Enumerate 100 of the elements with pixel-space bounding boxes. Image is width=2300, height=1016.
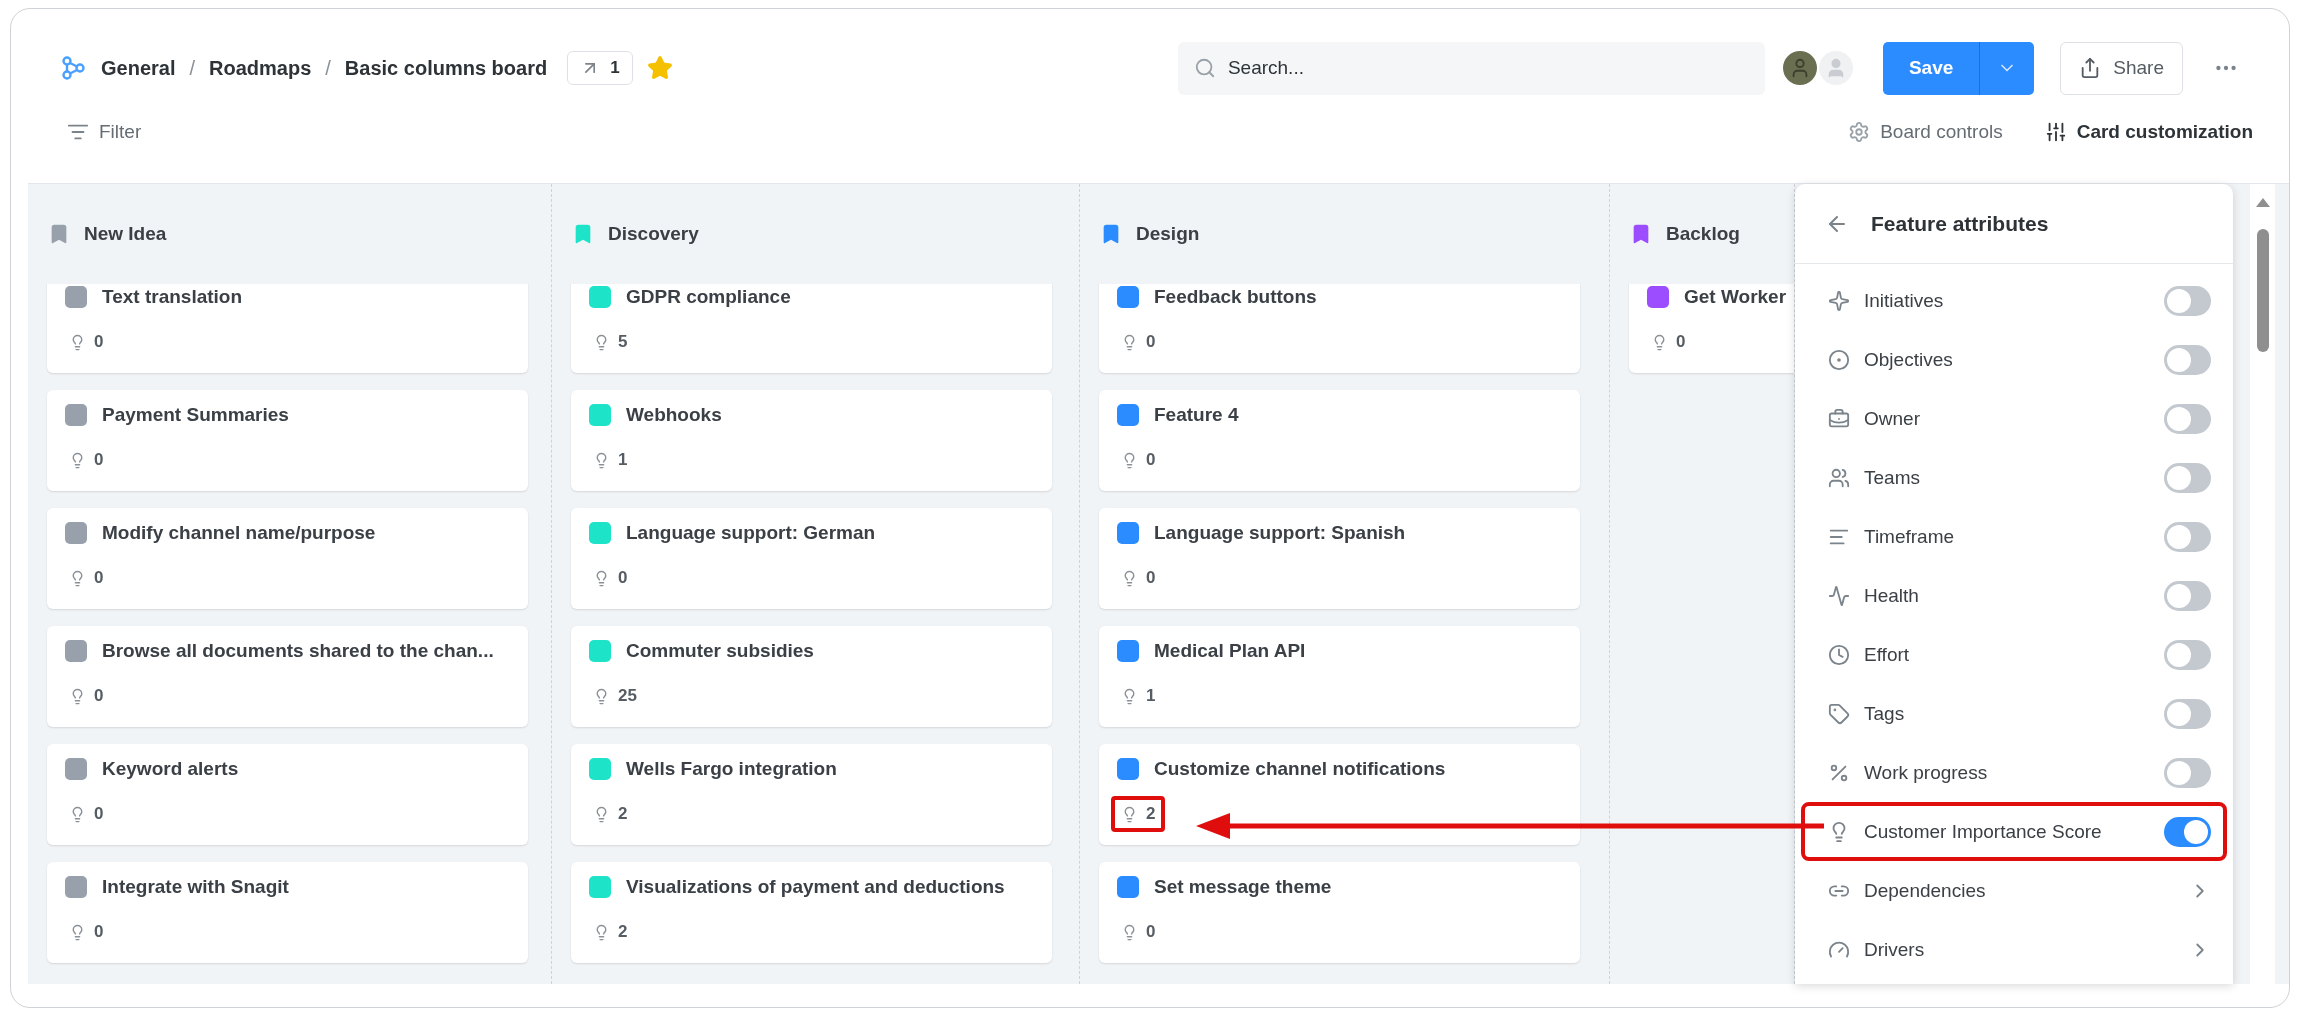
feature-card[interactable]: Keyword alerts 0 [47,744,528,845]
filter-button[interactable]: Filter [61,120,148,144]
attribute-row[interactable]: Teams [1801,448,2227,507]
tag-icon [1828,702,1850,725]
card-title: Browse all documents shared to the chan... [102,640,494,662]
card-title: Keyword alerts [102,758,239,780]
feature-square-icon [589,640,611,662]
score-value: 0 [1146,922,1156,942]
toggle-switch[interactable] [2164,816,2211,847]
feature-card[interactable]: Modify channel name/purpose 0 [47,508,528,609]
breadcrumb-item[interactable]: General [101,56,176,80]
breadcrumb-separator: / [325,56,331,80]
feature-card[interactable]: Commuter subsidies 25 [571,626,1052,727]
feature-square-icon [65,640,87,662]
card-title: Webhooks [626,404,722,426]
feature-card[interactable]: Integrate with Snagit 0 [47,862,528,963]
toggle-switch[interactable] [2164,580,2211,611]
sparkle-icon [1828,289,1850,312]
feature-card[interactable]: Browse all documents shared to the chan... 0 [47,626,528,727]
board-controls-button[interactable]: Board controls [1842,120,2009,144]
feature-square-icon [589,286,611,308]
score-value: 0 [94,922,104,942]
attribute-row[interactable]: Dependencies [1801,861,2227,920]
attribute-row[interactable]: Effort [1801,625,2227,684]
feature-square-icon [1647,286,1669,308]
card-title: GDPR compliance [626,286,791,308]
search-field[interactable]: Search... [1177,41,1765,95]
attribute-row[interactable]: Timeframe [1801,507,2227,566]
feature-card[interactable]: Language support: German 0 [571,508,1052,609]
attribute-row[interactable]: Owner [1801,389,2227,448]
pulse-icon [1828,584,1850,607]
toggle-switch[interactable] [2164,403,2211,434]
toggle-switch[interactable] [2164,757,2211,788]
feature-card[interactable]: Feature 4 0 [1099,390,1580,491]
panel-title: Feature attributes [1871,211,2049,236]
feature-square-icon [589,876,611,898]
score-value: 0 [1676,332,1686,352]
save-dropdown-button[interactable] [1979,41,2035,95]
feature-card[interactable]: Webhooks 1 [571,390,1052,491]
toggle-switch[interactable] [2164,285,2211,316]
score-value: 0 [94,568,104,588]
app-logo-icon [61,55,87,81]
feature-card[interactable]: Language support: Spanish 0 [1099,508,1580,609]
feature-card[interactable]: Visualizations of payment and deductions 2 [571,862,1052,963]
feature-square-icon [65,404,87,426]
card-title: Payment Summaries [102,404,289,426]
attribute-row[interactable]: Objectives [1801,330,2227,389]
toggle-switch[interactable] [2164,698,2211,729]
feature-card[interactable]: Medical Plan API 1 [1099,626,1580,727]
link-count-chip[interactable]: 1 [567,51,633,85]
breadcrumb-item[interactable]: Basic columns board [344,56,548,80]
attribute-row[interactable]: Initiatives [1801,271,2227,330]
attribute-row[interactable]: Health [1801,566,2227,625]
attribute-row[interactable]: Work progress [1801,743,2227,802]
attribute-label: Initiatives [1864,289,1945,312]
target-icon [1828,348,1850,371]
feature-card[interactable]: Get Worker 0 [1629,284,1794,373]
people-icon [1828,466,1850,489]
avatar[interactable] [1782,51,1817,85]
toggle-switch[interactable] [2164,462,2211,493]
card-title: Modify channel name/purpose [102,522,376,544]
attribute-row[interactable]: Customer Importance Score [1801,802,2227,861]
attribute-row[interactable]: Tags [1801,684,2227,743]
attribute-label: Objectives [1864,348,1954,371]
card-title: Text translation [102,286,243,308]
feature-square-icon [65,286,87,308]
score-value: 0 [618,568,628,588]
card-title: Medical Plan API [1154,640,1306,662]
link-count: 1 [610,58,620,78]
feature-card[interactable]: Text translation 0 [47,284,528,373]
card-title: Wells Fargo integration [626,758,837,780]
feature-square-icon [589,522,611,544]
score-value: 2 [1146,804,1156,824]
attribute-label: Health [1864,584,1920,607]
toggle-switch[interactable] [2164,344,2211,375]
scroll-thumb[interactable] [2256,229,2269,352]
clock-icon [1828,643,1850,666]
share-button[interactable]: Share [2060,41,2183,95]
feature-card[interactable]: Feedback buttons 0 [1099,284,1580,373]
card-title: Commuter subsidies [626,640,814,662]
feature-card[interactable]: Wells Fargo integration 2 [571,744,1052,845]
attribute-row[interactable]: Drivers [1801,920,2227,979]
score-value: 0 [94,686,104,706]
star-icon[interactable] [646,55,673,81]
scrollbar[interactable] [2250,184,2275,984]
feature-square-icon [1117,640,1139,662]
toggle-switch[interactable] [2164,521,2211,552]
score-value: 25 [618,686,637,706]
card-title: Language support: German [626,522,876,544]
feature-card[interactable]: Set message theme 0 [1099,862,1580,963]
column-title: Backlog [1666,223,1740,245]
feature-card[interactable]: Payment Summaries 0 [47,390,528,491]
attribute-label: Drivers [1864,938,1926,961]
toggle-switch[interactable] [2164,639,2211,670]
breadcrumb-item[interactable]: Roadmaps [209,56,312,80]
feature-square-icon [589,404,611,426]
feature-card[interactable]: GDPR compliance 5 [571,284,1052,373]
feature-card[interactable]: Customize channel notifications 2 [1099,744,1580,845]
scroll-up-icon[interactable] [2255,198,2270,207]
card-customization-button[interactable]: Card customization [2038,120,2259,144]
